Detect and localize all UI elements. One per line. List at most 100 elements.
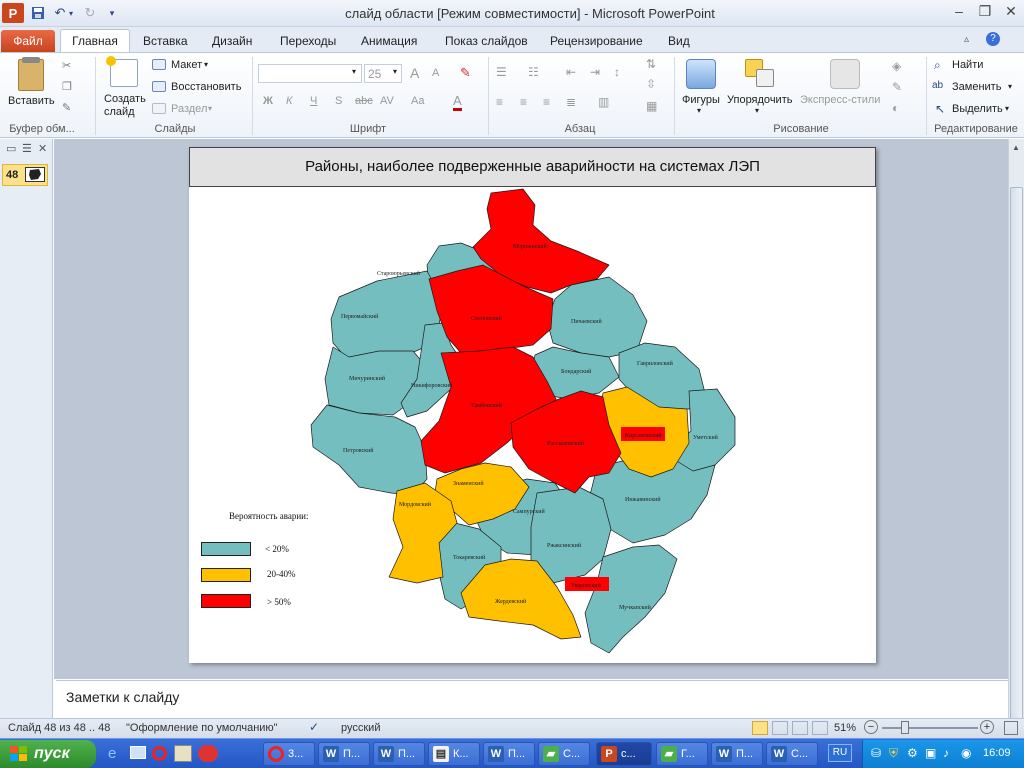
italic-button[interactable]: К (286, 95, 292, 107)
settings-icon[interactable]: ⚙ (907, 746, 918, 760)
arrange-button[interactable]: Упорядочить (727, 94, 792, 106)
notes-pane[interactable]: Заметки к слайду (56, 680, 1008, 716)
opera-quicklaunch-icon[interactable] (152, 746, 167, 761)
slides-tab-icon[interactable]: ▭ (6, 142, 16, 155)
notes-placeholder[interactable]: Заметки к слайду (66, 689, 179, 705)
justify-icon[interactable]: ≣ (566, 95, 576, 109)
fit-to-window-icon[interactable] (1004, 721, 1018, 735)
shape-outline-icon[interactable]: ✎ (892, 80, 902, 94)
clock[interactable]: 16:09 (983, 747, 1011, 759)
paste-button[interactable]: Вставить (8, 95, 55, 107)
numbering-icon[interactable]: ☷ (528, 65, 539, 79)
font-name-combobox[interactable] (258, 64, 362, 83)
tab-file[interactable]: Файл (1, 30, 55, 53)
outline-tab-icon[interactable]: ☰ (22, 142, 32, 155)
taskbar-item-word-2[interactable]: W П... (373, 742, 425, 766)
bullets-icon[interactable]: ☰ (496, 65, 507, 79)
replace-button[interactable]: Заменить (952, 81, 1001, 93)
undo-dropdown-icon[interactable]: ▾ (66, 3, 76, 23)
zoom-level[interactable]: 51% (834, 722, 856, 734)
zoom-slider-track[interactable] (882, 727, 978, 729)
taskbar-item-folder-1[interactable]: ▰ С... (538, 742, 590, 766)
close-button[interactable]: ✕ (996, 3, 1024, 22)
help-icon[interactable]: ? (986, 32, 1000, 46)
slide[interactable]: Районы, наиболее подверженные аварийност… (189, 147, 876, 663)
start-button[interactable]: пуск (0, 740, 96, 768)
taskbar-item-word-4[interactable]: W П... (711, 742, 763, 766)
save-icon[interactable] (28, 3, 48, 23)
align-text-icon[interactable]: ⇳ (646, 77, 656, 91)
shape-fill-icon[interactable]: ◈ (892, 59, 901, 73)
taskbar-item-word-5[interactable]: W С... (766, 742, 818, 766)
copy-icon[interactable]: ❐ (62, 80, 72, 93)
tab-slide-show[interactable]: Показ слайдов (433, 31, 540, 53)
section-button[interactable]: Раздел (171, 103, 207, 115)
character-spacing-button[interactable]: AV (380, 95, 394, 107)
font-size-dropdown-icon[interactable]: ▾ (393, 67, 397, 76)
scrollbar-thumb[interactable] (1010, 187, 1023, 747)
network-icon[interactable]: ⛁ (871, 746, 881, 760)
theme-name[interactable]: "Оформление по умолчанию" (126, 722, 278, 734)
shapes-button[interactable]: Фигуры (682, 94, 720, 106)
format-painter-icon[interactable]: ✎ (62, 101, 71, 114)
underline-button[interactable]: Ч (310, 95, 317, 107)
tab-home[interactable]: Главная (60, 29, 130, 54)
tab-view[interactable]: Вид (656, 31, 702, 53)
powerpoint-app-icon[interactable]: P (2, 3, 24, 23)
taskbar-item-folder-2[interactable]: ▰ Г... (656, 742, 708, 766)
slide-show-icon[interactable] (812, 721, 828, 735)
shadow-button[interactable]: S (335, 95, 342, 107)
text-direction-icon[interactable]: ⇅ (646, 57, 656, 71)
redo-icon[interactable]: ↻ (80, 3, 100, 23)
increase-indent-icon[interactable]: ⇥ (590, 65, 600, 79)
customize-qat-icon[interactable]: ▾ (102, 3, 122, 23)
tab-review[interactable]: Рецензирование (538, 31, 655, 53)
taskbar-item-powerpoint[interactable]: Pс... (596, 742, 652, 766)
change-case-button[interactable]: Aa (411, 95, 424, 107)
new-slide-button[interactable]: Создать слайд (104, 93, 146, 119)
decrease-indent-icon[interactable]: ⇤ (566, 65, 576, 79)
vertical-scrollbar[interactable]: ▲ (1008, 139, 1024, 747)
align-right-icon[interactable]: ≡ (543, 95, 550, 109)
security-icon[interactable]: ⛨ (889, 746, 898, 761)
scroll-up-icon[interactable]: ▲ (1012, 143, 1020, 152)
zoom-out-button[interactable]: − (864, 720, 878, 734)
columns-icon[interactable]: ▥ (598, 95, 609, 109)
grow-font-icon[interactable]: A (410, 65, 419, 81)
ribbon-minimize-icon[interactable]: ▵ (964, 34, 969, 45)
font-name-dropdown-icon[interactable]: ▾ (352, 67, 356, 76)
reset-button[interactable]: Восстановить (171, 81, 241, 93)
strikethrough-button[interactable]: abc (355, 95, 373, 107)
normal-view-icon[interactable] (752, 721, 768, 735)
align-center-icon[interactable]: ≡ (520, 95, 527, 109)
find-button[interactable]: Найти (952, 59, 983, 71)
display-icon[interactable]: ▣ (925, 746, 936, 760)
app-quicklaunch-icon[interactable] (174, 745, 192, 762)
volume-icon[interactable]: ♪ (943, 746, 949, 760)
taskbar-item-opera[interactable]: 3... (263, 742, 315, 766)
clear-formatting-icon[interactable]: ✎ (460, 65, 471, 81)
font-color-button[interactable]: A (453, 93, 462, 111)
select-button[interactable]: Выделить (952, 103, 1003, 115)
slide-thumbnail[interactable]: 48 (2, 164, 48, 186)
taskbar-item-word-1[interactable]: W П... (318, 742, 370, 766)
zoom-in-button[interactable]: + (980, 720, 994, 734)
layout-button[interactable]: Макет (171, 59, 202, 71)
language-switcher[interactable]: RU (828, 744, 852, 762)
close-pane-icon[interactable]: ✕ (38, 142, 47, 155)
tab-insert[interactable]: Вставка (131, 31, 200, 53)
reading-view-icon[interactable] (792, 721, 808, 735)
taskbar-item-word-3[interactable]: W П... (483, 742, 535, 766)
cut-icon[interactable]: ✂ (62, 59, 71, 72)
bold-button[interactable]: Ж (263, 95, 273, 107)
media-quicklaunch-icon[interactable] (198, 745, 218, 762)
tab-animation[interactable]: Анимация (349, 31, 429, 53)
quick-styles-button[interactable]: Экспресс-стили (800, 94, 880, 106)
desktop-quicklaunch-icon[interactable] (130, 746, 146, 759)
slide-sorter-icon[interactable] (772, 721, 788, 735)
tab-transitions[interactable]: Переходы (268, 31, 348, 53)
ie-quicklaunch-icon[interactable]: e (108, 745, 116, 762)
spellcheck-icon[interactable]: ✓ (309, 720, 319, 734)
tab-design[interactable]: Дизайн (200, 31, 264, 53)
align-left-icon[interactable]: ≡ (496, 95, 503, 109)
